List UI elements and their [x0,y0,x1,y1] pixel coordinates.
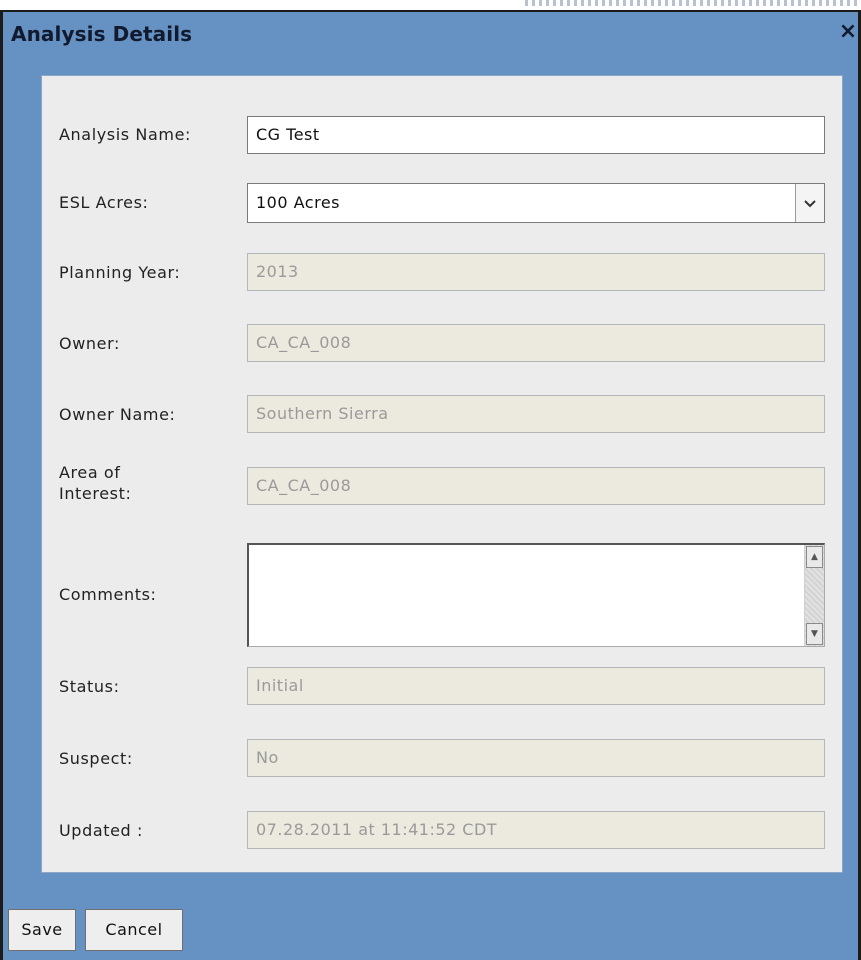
planning-year-label: Planning Year: [59,263,181,282]
analysis-name-input[interactable]: CG Test [247,116,825,154]
chevron-down-icon[interactable] [795,184,824,222]
suspect-field: No [247,739,825,777]
owner-field: CA_CA_008 [247,324,825,362]
scroll-down-icon[interactable]: ▼ [806,623,823,645]
owner-name-field: Southern Sierra [247,395,825,433]
close-icon[interactable]: × [838,20,858,44]
scroll-up-icon[interactable]: ▲ [806,546,823,568]
details-form-panel: Analysis Name: CG Test ESL Acres: 100 Ac… [41,75,843,873]
cancel-button[interactable]: Cancel [85,909,183,951]
updated-label: Updated : [59,821,143,840]
area-of-interest-label-line2: Interest: [59,484,132,503]
esl-acres-select[interactable]: 100 Acres [247,183,825,223]
background-window-strip [0,0,861,10]
analysis-details-dialog: Analysis Details × Analysis Name: CG Tes… [0,10,861,960]
comments-label: Comments: [59,585,157,604]
comments-scrollbar[interactable]: ▲ ▼ [804,545,824,646]
planning-year-field: 2013 [247,253,825,291]
save-button[interactable]: Save [8,909,76,951]
status-field: Initial [247,667,825,705]
owner-label: Owner: [59,334,120,353]
updated-field: 07.28.2011 at 11:41:52 CDT [247,811,825,849]
status-label: Status: [59,677,120,696]
area-of-interest-label-line1: Area of [59,463,121,482]
area-of-interest-field: CA_CA_008 [247,467,825,505]
owner-name-label: Owner Name: [59,405,176,424]
analysis-name-label: Analysis Name: [59,125,192,144]
esl-acres-label: ESL Acres: [59,193,149,212]
background-window-fragment [525,0,861,6]
dialog-title-bar[interactable]: Analysis Details × [3,12,858,60]
esl-acres-selected-value: 100 Acres [256,193,340,212]
comments-textarea[interactable]: ▲ ▼ [247,543,825,647]
dialog-title: Analysis Details [11,22,193,46]
suspect-label: Suspect: [59,749,133,768]
